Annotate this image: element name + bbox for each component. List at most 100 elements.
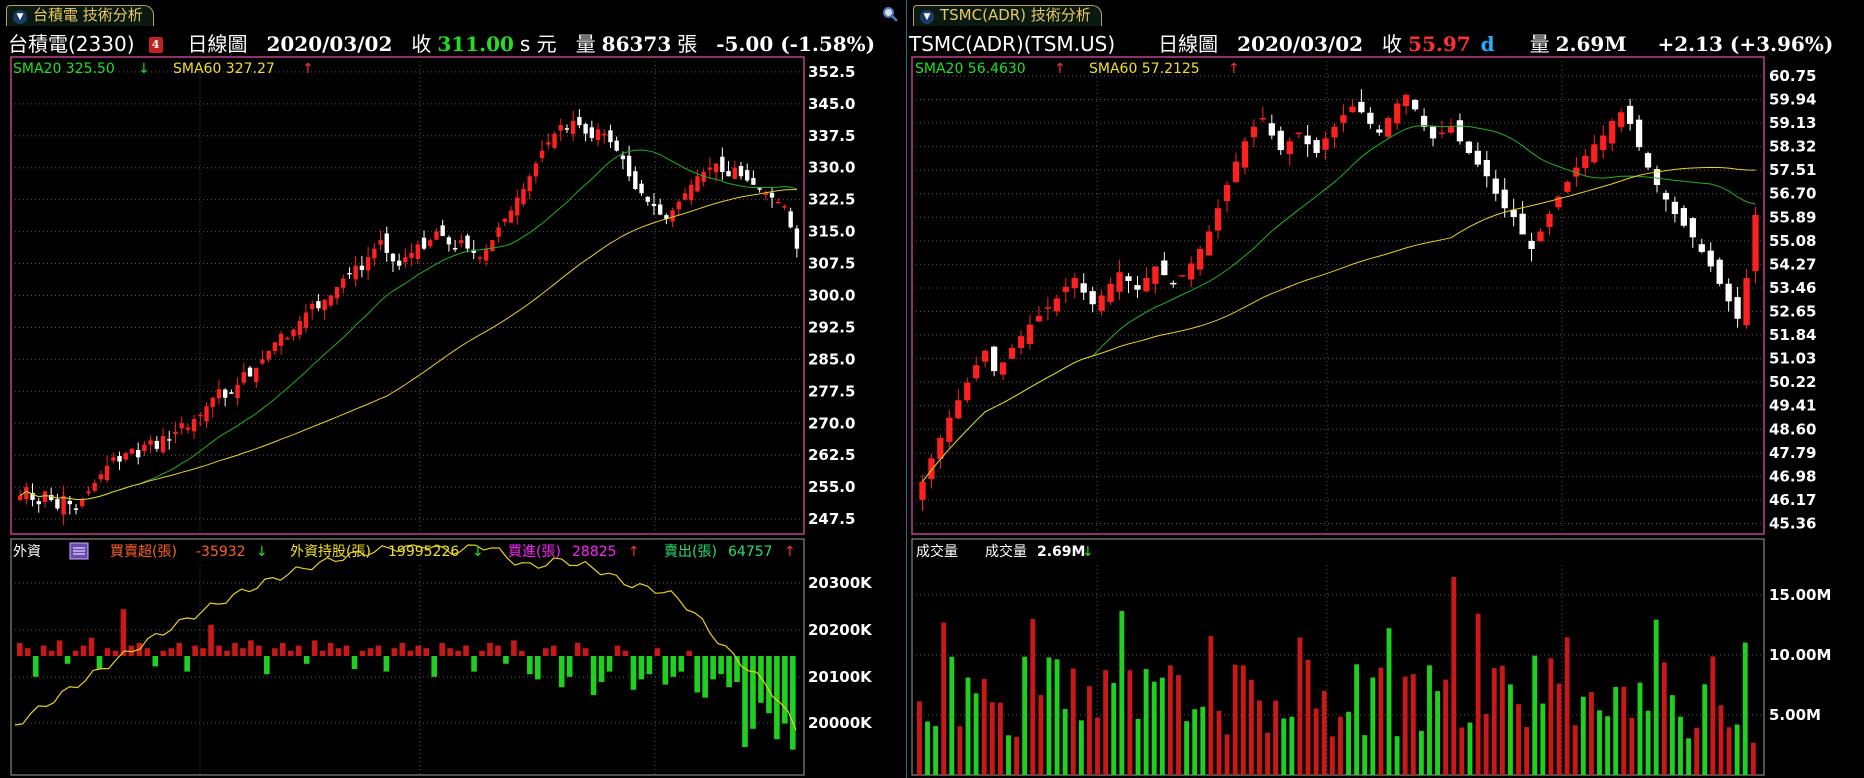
candle-body	[1322, 138, 1329, 150]
candle-body	[452, 248, 458, 250]
candle-body	[148, 440, 153, 445]
candle-body	[1241, 141, 1249, 168]
candle-body	[415, 244, 420, 260]
buy-value: 28825	[572, 544, 617, 560]
candle-body	[1537, 231, 1544, 242]
net-bar	[702, 656, 708, 698]
y-tick-label: 55.89	[1769, 208, 1816, 226]
volume-bar	[1443, 679, 1449, 775]
candle-body	[341, 278, 346, 288]
candle-body	[1179, 275, 1186, 277]
candle-body	[123, 453, 128, 460]
candle-body	[266, 350, 271, 360]
candle-body	[1331, 126, 1338, 138]
candle-body	[247, 367, 253, 377]
net-bar	[112, 650, 119, 656]
candle-body	[1510, 209, 1517, 217]
candle-body	[167, 439, 172, 441]
volume-bar	[1524, 727, 1530, 775]
list-icon[interactable]	[69, 542, 89, 560]
candle-body	[1501, 189, 1508, 209]
candle-body	[515, 197, 520, 216]
net-bar	[64, 656, 71, 664]
candle-body	[1358, 101, 1365, 113]
sub-title: 外資	[13, 544, 41, 560]
net-bar	[614, 645, 621, 656]
candle-body	[1438, 132, 1446, 135]
volume-bar	[1686, 738, 1691, 775]
candle-body	[1394, 103, 1401, 124]
y-tick-label: 247.5	[808, 510, 855, 528]
y-tick-label: 255.0	[808, 478, 855, 496]
candle-body	[1098, 295, 1105, 311]
y-tick-label: 285.0	[808, 350, 855, 368]
candle-body	[776, 201, 781, 204]
net-bar	[471, 656, 477, 672]
sub-title: 成交量	[916, 543, 958, 560]
candle-body	[459, 240, 464, 244]
volume-bar	[1038, 695, 1044, 775]
volume-bar	[1208, 636, 1214, 775]
candle-body	[533, 163, 539, 177]
candle-body	[372, 248, 377, 259]
candle-body	[496, 227, 501, 237]
candle-body	[98, 474, 104, 480]
volume-bar	[1095, 717, 1100, 775]
sma20-arrow-icon: ↓	[138, 61, 150, 77]
volume-bar	[1613, 686, 1619, 775]
volume-bar	[973, 693, 979, 775]
net-bar	[479, 650, 485, 656]
volume-bar	[1265, 732, 1270, 775]
net-bar	[527, 656, 533, 675]
candle-body	[92, 482, 97, 491]
volume-bar	[1232, 664, 1238, 775]
candle-body	[179, 423, 184, 429]
candle-body	[1752, 214, 1759, 272]
candle-body	[602, 133, 607, 136]
volume-bar	[1661, 662, 1667, 775]
volume-bar	[1078, 720, 1084, 775]
net-bar	[710, 656, 716, 680]
net-bar	[447, 648, 453, 656]
candle-body	[738, 165, 744, 177]
candle-body	[484, 248, 489, 261]
candle-body	[937, 438, 944, 459]
candle-body	[55, 499, 60, 509]
candle-body	[713, 163, 719, 173]
candle-body	[490, 240, 495, 251]
candle-body	[964, 382, 971, 401]
net-bar	[678, 656, 685, 672]
net-bar	[256, 645, 262, 656]
candle-body	[595, 129, 601, 141]
candle-body	[1546, 214, 1553, 227]
volume-bar	[1491, 668, 1497, 775]
volume-bar	[1305, 659, 1311, 775]
net-bar	[240, 648, 246, 656]
candle-body	[558, 125, 563, 131]
candle-body	[1268, 123, 1275, 136]
net-bar	[184, 656, 190, 672]
y-tick-label: 54.27	[1769, 255, 1816, 273]
candle-body	[1143, 278, 1150, 292]
candle-body	[104, 465, 110, 481]
buy-label: 買進(張)	[508, 544, 561, 560]
candle-body	[359, 265, 365, 270]
candle-body	[465, 235, 470, 249]
y-tick-label: 10.00M	[1769, 646, 1831, 664]
volume-bar	[1143, 669, 1149, 775]
candle-body	[1197, 248, 1204, 270]
candle-body	[732, 167, 737, 179]
candle-body	[210, 397, 215, 408]
buy-arrow-icon: ↑	[628, 544, 640, 560]
candle-body	[1412, 99, 1419, 110]
candle-body	[365, 257, 371, 271]
volume-bar	[1248, 679, 1254, 775]
volume-bar	[1070, 668, 1076, 775]
net-bar	[32, 656, 39, 677]
y-tick-label: 337.5	[808, 127, 855, 145]
candle-body	[645, 196, 650, 202]
candle-body	[310, 304, 315, 310]
net-bar	[375, 645, 382, 656]
candle-body	[757, 188, 762, 190]
candle-body	[316, 301, 321, 309]
